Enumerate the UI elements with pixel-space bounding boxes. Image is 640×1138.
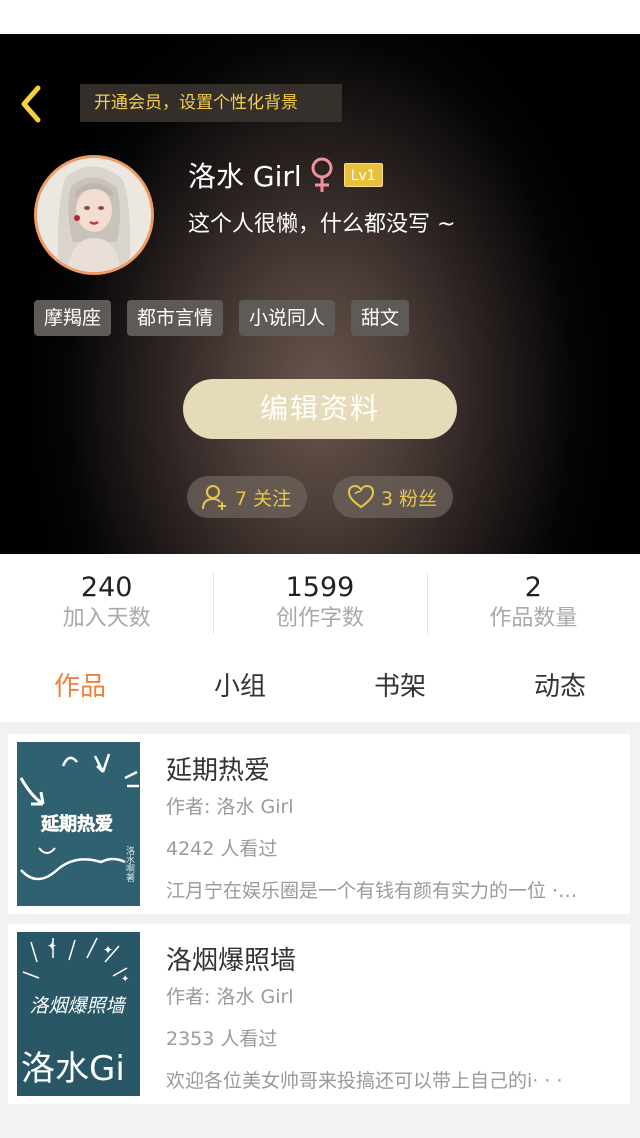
tab-bookshelf[interactable]: 书架 — [320, 656, 480, 718]
stat-value: 240 — [80, 572, 133, 603]
work-card[interactable]: ✦ ✦ ✦ 洛烟爆照墙 洛水Gi 洛烟爆照墙 作者: 洛水 Girl 2353 … — [8, 924, 630, 1104]
tag-list: 摩羯座 都市言情 小说同人 甜文 — [34, 300, 410, 336]
tag-item: 小说同人 — [239, 300, 336, 336]
stat-join-days: 240 加入天数 — [0, 554, 213, 650]
level-badge: Lv1 — [343, 163, 383, 187]
cover-title: 延期热爱 — [40, 813, 113, 835]
work-title: 洛烟爆照墙 — [166, 946, 297, 976]
cover-title: 洛烟爆照墙 — [29, 995, 126, 1017]
book-cover: 延期热爱 洛水啊著 — [17, 742, 140, 906]
fans-count: 3 粉丝 — [381, 487, 438, 510]
stat-value: 1599 — [285, 572, 355, 603]
tag-item: 摩羯座 — [34, 300, 112, 336]
profile-header: 开通会员，设置个性化背景 洛水 Girl Lv1 这个人很懒，什么都没写 ~ 摩… — [0, 34, 640, 554]
avatar-illustration — [37, 158, 151, 272]
svg-text:✦: ✦ — [121, 974, 129, 985]
work-description: 江月宁在娱乐圈是一个有钱有颜有实力的一位 ·… — [166, 880, 578, 902]
edit-profile-button[interactable]: 编辑资料 — [183, 379, 457, 439]
username-row: 洛水 Girl Lv1 — [188, 154, 383, 196]
tab-groups[interactable]: 小组 — [160, 656, 320, 718]
work-description: 欢迎各位美女帅哥来投搞还可以带上自己的i· · · — [166, 1070, 563, 1092]
username: 洛水 Girl — [188, 160, 302, 193]
svg-text:✦: ✦ — [47, 939, 57, 953]
svg-text:✦: ✦ — [103, 943, 113, 957]
vip-background-banner[interactable]: 开通会员，设置个性化背景 — [80, 84, 342, 122]
book-cover: ✦ ✦ ✦ 洛烟爆照墙 洛水Gi — [17, 932, 140, 1096]
stat-work-count: 2 作品数量 — [426, 554, 640, 650]
tab-activity[interactable]: 动态 — [480, 656, 640, 718]
user-bio: 这个人很懒，什么都没写 ~ — [188, 212, 456, 237]
work-card[interactable]: 延期热爱 洛水啊著 延期热爱 作者: 洛水 Girl 4242 人看过 江月宁在… — [8, 734, 630, 914]
work-views: 4242 人看过 — [166, 838, 278, 860]
stat-value: 2 — [524, 572, 542, 603]
status-bar — [0, 0, 640, 34]
heart-icon — [347, 484, 375, 509]
stat-label: 加入天数 — [62, 606, 151, 631]
person-add-icon — [202, 485, 226, 510]
profile-tabs: 作品 小组 书架 动态 — [0, 656, 640, 718]
work-author: 作者: 洛水 Girl — [166, 986, 294, 1008]
stat-label: 作品数量 — [489, 606, 578, 631]
fans-button[interactable]: 3 粉丝 — [333, 476, 453, 518]
work-title: 延期热爱 — [166, 756, 271, 786]
tag-item: 甜文 — [351, 300, 410, 336]
tag-item: 都市言情 — [127, 300, 224, 336]
work-views: 2353 人看过 — [166, 1028, 278, 1050]
cover-author: 洛水Gi — [21, 1049, 125, 1089]
back-button[interactable] — [14, 84, 50, 124]
following-button[interactable]: 7 关注 — [187, 476, 307, 518]
cover-author: 洛水啊著 — [124, 845, 135, 882]
works-list: 延期热爱 洛水啊著 延期热爱 作者: 洛水 Girl 4242 人看过 江月宁在… — [0, 722, 640, 1138]
stats-bar: 240 加入天数 1599 创作字数 2 作品数量 — [0, 554, 640, 650]
female-symbol-icon — [311, 157, 333, 192]
following-count: 7 关注 — [235, 487, 292, 510]
avatar[interactable] — [34, 155, 154, 275]
work-author: 作者: 洛水 Girl — [166, 796, 294, 818]
stat-label: 创作字数 — [275, 606, 364, 631]
tab-works[interactable]: 作品 — [0, 656, 160, 718]
stat-word-count: 1599 创作字数 — [213, 554, 426, 650]
chevron-left-icon — [21, 85, 41, 123]
